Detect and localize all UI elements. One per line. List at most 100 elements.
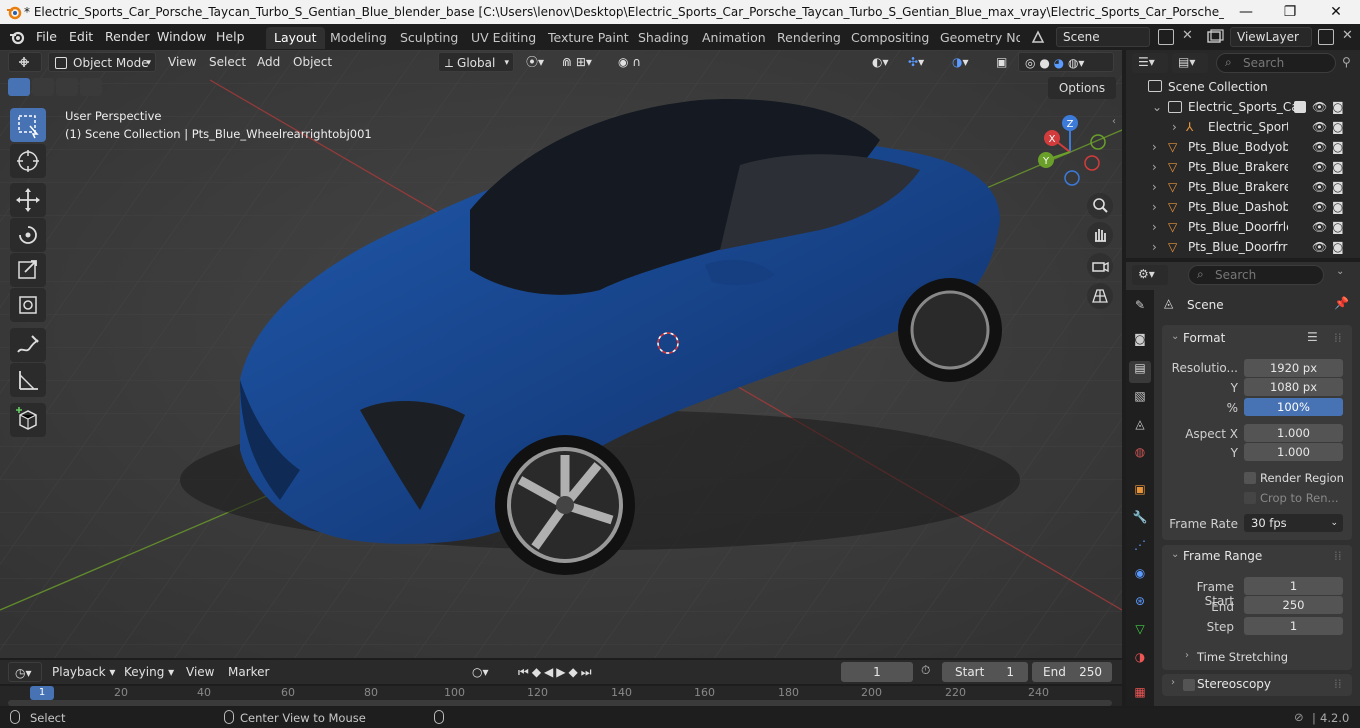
- outliner-row-object[interactable]: › ▽ Pts_Blue_Brakerearl 👁 ◙: [1126, 157, 1360, 177]
- play-icon[interactable]: ▶: [556, 665, 568, 679]
- select-set-icon[interactable]: [8, 78, 30, 96]
- chevron-right-icon[interactable]: ›: [1185, 650, 1189, 661]
- menu-select[interactable]: Select: [203, 52, 252, 72]
- time-stretching-subpanel[interactable]: Time Stretching: [1197, 650, 1288, 664]
- chevron-down-icon[interactable]: ⌄: [1152, 97, 1162, 117]
- tab-geometry-nodes[interactable]: Geometry Nod: [932, 27, 1020, 49]
- pin-icon[interactable]: 📌: [1334, 296, 1349, 310]
- tab-texture-paint[interactable]: Texture Paint: [540, 27, 637, 49]
- scene-tab-icon[interactable]: ◬: [1129, 417, 1151, 439]
- world-tab-icon[interactable]: ◍: [1129, 445, 1151, 467]
- frame-start-field[interactable]: 1: [1244, 577, 1343, 595]
- crop-checkbox[interactable]: [1244, 492, 1256, 504]
- outliner-row-object[interactable]: › ▽ Pts_Blue_Doorfrleft 👁 ◙: [1126, 217, 1360, 237]
- chevron-right-icon[interactable]: ›: [1152, 197, 1157, 217]
- stopwatch-icon[interactable]: ⏱: [921, 663, 930, 678]
- solid-shading-icon[interactable]: ●: [1039, 56, 1049, 70]
- scale-tool[interactable]: [10, 253, 46, 287]
- outliner-row-object[interactable]: › ▽ Pts_Blue_Brakerear 👁 ◙: [1126, 177, 1360, 197]
- measure-tool[interactable]: [10, 363, 46, 397]
- snap-button[interactable]: ⋒ ⊞▾: [556, 52, 608, 72]
- frame-range-panel-header[interactable]: Frame Range: [1183, 549, 1262, 563]
- pan-view-button[interactable]: [1087, 222, 1113, 248]
- move-tool[interactable]: [10, 183, 46, 217]
- camera-render-icon[interactable]: ◙: [1332, 217, 1344, 237]
- timeline-menu-marker[interactable]: Marker: [222, 662, 275, 682]
- tab-animation[interactable]: Animation: [694, 27, 774, 49]
- menu-window[interactable]: Window: [157, 28, 206, 46]
- drag-handle-icon[interactable]: ⁞⁞: [1334, 549, 1342, 563]
- stereoscopy-checkbox[interactable]: [1183, 679, 1195, 691]
- resolution-percent-slider[interactable]: 100%: [1244, 398, 1343, 416]
- tab-compositing[interactable]: Compositing: [843, 27, 937, 49]
- menu-help[interactable]: Help: [216, 28, 245, 46]
- select-subtract-icon[interactable]: [56, 78, 78, 96]
- camera-render-icon[interactable]: ◙: [1332, 97, 1344, 117]
- eye-icon[interactable]: 👁: [1312, 177, 1327, 197]
- playback-controls[interactable]: ⏮◆◀▶◆⏭: [512, 662, 601, 682]
- physics-tab-icon[interactable]: ◉: [1129, 566, 1151, 588]
- resolution-y-field[interactable]: 1080 px: [1244, 378, 1343, 396]
- outliner-row-object[interactable]: › ▽ Pts_Blue_Doorfrrigl 👁 ◙: [1126, 237, 1360, 257]
- timeline-scrollbar[interactable]: [8, 700, 1112, 706]
- delete-scene-icon[interactable]: ✕: [1182, 28, 1193, 43]
- presets-icon[interactable]: ☰: [1307, 330, 1318, 344]
- menu-add[interactable]: Add: [251, 52, 286, 72]
- cursor-tool[interactable]: [10, 144, 46, 178]
- add-cube-tool[interactable]: [10, 403, 46, 437]
- blender-menu-icon[interactable]: [9, 29, 25, 45]
- menu-object[interactable]: Object: [287, 52, 338, 72]
- sidebar-toggle-icon[interactable]: ‹: [1112, 116, 1116, 127]
- timeline-menu-view[interactable]: View: [180, 662, 220, 682]
- minimize-button[interactable]: —: [1226, 2, 1266, 22]
- eye-icon[interactable]: 👁: [1312, 237, 1327, 257]
- outliner-row-object[interactable]: › ▽ Pts_Blue_Dashobj0 👁 ◙: [1126, 197, 1360, 217]
- eye-icon[interactable]: 👁: [1312, 217, 1327, 237]
- tab-rendering[interactable]: Rendering: [769, 27, 849, 49]
- new-view-layer-icon[interactable]: [1318, 29, 1334, 45]
- select-intersect-icon[interactable]: [80, 78, 102, 96]
- new-scene-icon[interactable]: [1158, 29, 1174, 45]
- menu-view[interactable]: View: [162, 52, 202, 72]
- viewport-options-button[interactable]: Options: [1048, 77, 1116, 99]
- eye-icon[interactable]: 👁: [1312, 97, 1327, 117]
- output-tab-icon[interactable]: ▤: [1129, 361, 1151, 383]
- resolution-x-field[interactable]: 1920 px: [1244, 359, 1343, 377]
- aspect-x-field[interactable]: 1.000: [1244, 424, 1343, 442]
- menu-render[interactable]: Render: [105, 28, 150, 46]
- current-frame-field[interactable]: 1: [841, 662, 913, 682]
- format-panel-header[interactable]: Format: [1183, 331, 1225, 345]
- menu-edit[interactable]: Edit: [69, 28, 93, 46]
- eye-icon[interactable]: 👁: [1312, 137, 1327, 157]
- shading-mode-group[interactable]: ◎ ● ◕ ◍▾: [1018, 52, 1114, 72]
- tab-sculpting[interactable]: Sculpting: [392, 27, 466, 49]
- wireframe-shading-icon[interactable]: ◎: [1025, 56, 1035, 70]
- tool-tab-icon[interactable]: ✎: [1129, 298, 1151, 320]
- outliner-row-object[interactable]: › ▽ Pts_Blue_Bodyobj0 👁 ◙: [1126, 137, 1360, 157]
- display-mode-button[interactable]: ▤▾: [1172, 53, 1208, 73]
- gizmo-toggle-button[interactable]: ✣▾: [902, 52, 942, 72]
- properties-editor-type-button[interactable]: ⚙▾: [1132, 265, 1168, 285]
- proportional-edit-button[interactable]: ◉ ∩: [612, 52, 664, 72]
- auto-keying-button[interactable]: ○▾: [466, 662, 495, 682]
- jump-start-icon[interactable]: ⏮: [518, 665, 532, 679]
- end-frame-field[interactable]: End 250: [1032, 662, 1112, 682]
- camera-render-icon[interactable]: ◙: [1332, 237, 1344, 257]
- orientation-selector[interactable]: ⟂ Global ▾: [438, 52, 514, 72]
- outliner-editor-type-button[interactable]: ☰▾: [1132, 53, 1168, 73]
- tab-layout[interactable]: Layout: [266, 27, 325, 49]
- delete-view-layer-icon[interactable]: ✕: [1342, 28, 1353, 43]
- chevron-right-icon[interactable]: ›: [1171, 677, 1175, 688]
- tab-shading[interactable]: Shading: [630, 27, 697, 49]
- drag-handle-icon[interactable]: ⁞⁞: [1334, 331, 1342, 345]
- camera-render-icon[interactable]: ◙: [1332, 117, 1344, 137]
- chevron-right-icon[interactable]: ›: [1152, 157, 1157, 177]
- texture-tab-icon[interactable]: ▦: [1129, 685, 1151, 707]
- 3d-viewport[interactable]: User Perspective (1) Scene Collection | …: [0, 50, 1122, 658]
- maximize-button[interactable]: ❐: [1270, 2, 1310, 22]
- chevron-right-icon[interactable]: ›: [1152, 237, 1157, 257]
- view-layer-selector[interactable]: ViewLayer: [1230, 27, 1312, 47]
- select-box-tool[interactable]: [10, 108, 46, 142]
- chevron-right-icon[interactable]: ›: [1152, 217, 1157, 237]
- timeline-editor-type-button[interactable]: ◷▾: [8, 662, 42, 682]
